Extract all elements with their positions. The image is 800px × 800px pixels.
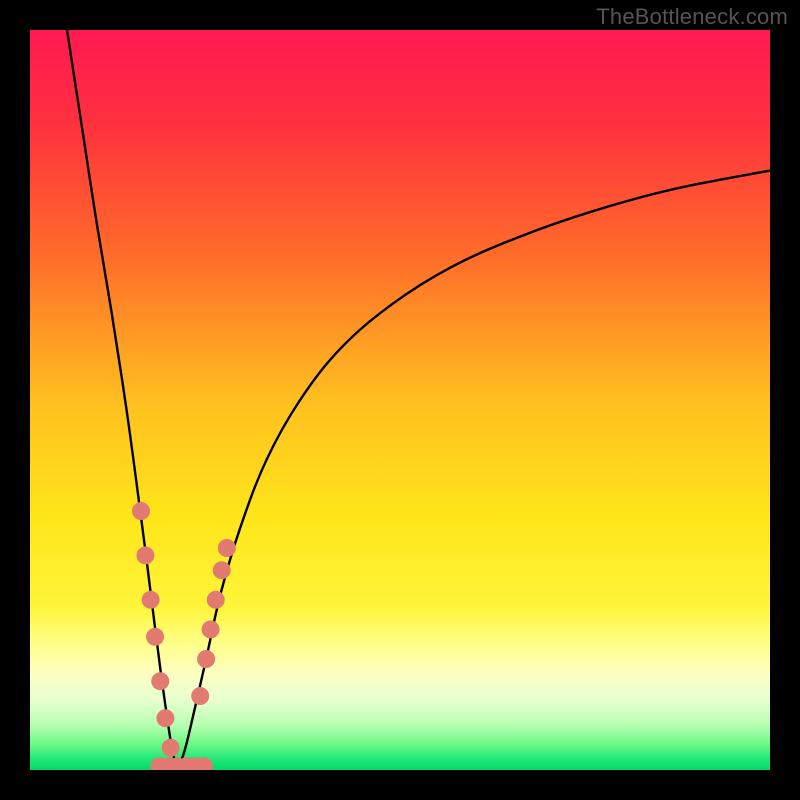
curve-left-branch	[67, 30, 178, 770]
chart-frame: TheBottleneck.com	[0, 0, 800, 800]
marker-dot	[213, 561, 231, 579]
marker-dot	[162, 739, 180, 757]
marker-dot	[191, 687, 209, 705]
marker-dot	[202, 620, 220, 638]
marker-dot	[136, 546, 154, 564]
marker-dot	[132, 502, 150, 520]
marker-dot	[151, 672, 169, 690]
bottleneck-curve	[30, 30, 770, 770]
marker-dot	[207, 591, 225, 609]
marker-dot	[146, 628, 164, 646]
marker-layer	[132, 502, 236, 770]
plot-area	[30, 30, 770, 770]
marker-dot	[197, 650, 215, 668]
marker-dot	[156, 709, 174, 727]
watermark-text: TheBottleneck.com	[596, 4, 788, 30]
marker-dot	[142, 591, 160, 609]
curve-right-branch	[178, 171, 770, 770]
marker-dot	[218, 539, 236, 557]
